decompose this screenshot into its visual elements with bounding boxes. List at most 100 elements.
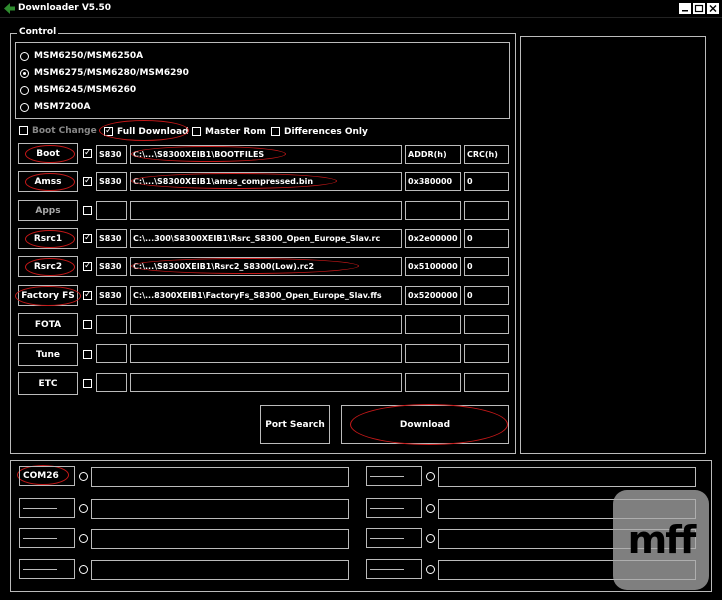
crc-header: CRC(h) xyxy=(464,145,509,164)
rsrc2-path-field[interactable]: C:\...\S8300XEIB1\Rsrc2_S8300(Low).rc2 xyxy=(130,257,402,276)
rsrc2-button[interactable]: Rsrc2 xyxy=(18,256,78,277)
maximize-button[interactable] xyxy=(693,3,705,14)
close-button[interactable] xyxy=(707,3,719,14)
port-right-3-button[interactable] xyxy=(366,528,422,548)
tune-button[interactable]: Tune xyxy=(18,343,78,366)
radio-button[interactable] xyxy=(20,85,29,95)
port-left-4-button[interactable] xyxy=(19,559,75,579)
amss-path-field[interactable]: C:\...\S8300XEIB1\amss_compressed.bin xyxy=(130,172,402,191)
port-right-3-radio[interactable] xyxy=(426,534,435,543)
etc-checkbox[interactable] xyxy=(83,379,92,388)
port-left-1-radio[interactable] xyxy=(79,472,88,481)
etc-path-field[interactable] xyxy=(130,373,402,392)
download-button[interactable]: Download xyxy=(341,405,509,444)
rsrc2-crc-field[interactable]: 0 xyxy=(464,257,509,276)
apps-checkbox[interactable] xyxy=(83,206,92,215)
window-title: Downloader V5.50 xyxy=(18,3,112,13)
port-left-3-status xyxy=(91,529,349,549)
rsrc1-model-field[interactable]: S830 xyxy=(96,229,127,248)
maximize-icon xyxy=(694,4,704,13)
chipset-option-msm6275[interactable]: MSM6275/MSM6280/MSM6290 xyxy=(20,66,189,80)
rsrc1-crc-field[interactable]: 0 xyxy=(464,229,509,248)
fota-addr-field[interactable] xyxy=(405,315,461,334)
radio-button-selected[interactable] xyxy=(20,68,29,78)
apps-crc-field[interactable] xyxy=(464,201,509,220)
apps-addr-field[interactable] xyxy=(405,201,461,220)
tune-addr-field[interactable] xyxy=(405,344,461,363)
port-left-2-radio[interactable] xyxy=(79,504,88,513)
amss-model-field[interactable]: S830 xyxy=(96,172,127,191)
factory-fs-crc-field[interactable]: 0 xyxy=(464,286,509,305)
close-icon xyxy=(709,5,717,12)
minimize-icon xyxy=(682,10,688,12)
chipset-option-msm6250[interactable]: MSM6250/MSM6250A xyxy=(20,49,143,63)
rsrc2-model-field[interactable]: S830 xyxy=(96,257,127,276)
full-download-label: Full Download xyxy=(117,127,189,137)
port-left-2-button[interactable] xyxy=(19,498,75,518)
rsrc1-button[interactable]: Rsrc1 xyxy=(18,228,78,249)
rsrc1-checkbox[interactable] xyxy=(83,232,92,244)
port-left-1-button[interactable]: COM26 xyxy=(19,466,75,486)
amss-crc-field[interactable]: 0 xyxy=(464,172,509,191)
amss-checkbox[interactable] xyxy=(83,175,92,187)
boot-button[interactable]: Boot xyxy=(18,143,78,164)
fota-button[interactable]: FOTA xyxy=(18,313,78,336)
etc-model-field[interactable] xyxy=(96,373,127,392)
full-download-checkbox[interactable] xyxy=(104,125,113,137)
radio-button[interactable] xyxy=(20,102,29,112)
apps-button[interactable]: Apps xyxy=(18,200,78,221)
differences-only-label: Differences Only xyxy=(284,127,368,137)
factory-fs-path-field[interactable]: C:\...8300XEIB1\FactoryFs_S8300_Open_Eur… xyxy=(130,286,402,305)
port-left-2-status xyxy=(91,499,349,519)
factory-fs-model-field[interactable]: S830 xyxy=(96,286,127,305)
etc-addr-field[interactable] xyxy=(405,373,461,392)
minimize-button[interactable] xyxy=(679,3,691,14)
chipset-option-msm6245[interactable]: MSM6245/MSM6260 xyxy=(20,83,136,97)
port-right-4-button[interactable] xyxy=(366,559,422,579)
port-right-1-radio[interactable] xyxy=(426,472,435,481)
radio-button[interactable] xyxy=(20,51,29,61)
factory-fs-checkbox[interactable] xyxy=(83,289,92,301)
tune-checkbox[interactable] xyxy=(83,350,92,359)
apps-path-field[interactable] xyxy=(130,201,402,220)
port-left-4-radio[interactable] xyxy=(79,565,88,574)
fota-crc-field[interactable] xyxy=(464,315,509,334)
fota-model-field[interactable] xyxy=(96,315,127,334)
tune-path-field[interactable] xyxy=(130,344,402,363)
boot-model-field[interactable]: S830 xyxy=(96,145,127,164)
rsrc2-addr-field[interactable]: 0x5100000 xyxy=(405,257,461,276)
port-right-2-button[interactable] xyxy=(366,498,422,518)
differences-only-checkbox[interactable] xyxy=(271,127,280,136)
boot-path-field[interactable]: C:\...\S8300XEIB1\BOOTFILES xyxy=(130,145,402,164)
factory-fs-addr-field[interactable]: 0x5200000 xyxy=(405,286,461,305)
rsrc1-addr-field[interactable]: 0x2e00000 xyxy=(405,229,461,248)
factory-fs-button[interactable]: Factory FS xyxy=(18,285,78,306)
title-bar: Downloader V5.50 xyxy=(0,0,722,18)
boot-change-label: Boot Change xyxy=(32,126,97,136)
log-panel xyxy=(520,36,706,454)
chipset-option-msm7200a[interactable]: MSM7200A xyxy=(20,100,90,114)
fota-path-field[interactable] xyxy=(130,315,402,334)
rsrc1-path-field[interactable]: C:\...300\S8300XEIB1\Rsrc_S8300_Open_Eur… xyxy=(130,229,402,248)
master-rom-checkbox[interactable] xyxy=(192,127,201,136)
rsrc2-checkbox[interactable] xyxy=(83,260,92,272)
port-search-button[interactable]: Port Search xyxy=(260,405,330,444)
port-right-1-button[interactable] xyxy=(366,466,422,486)
port-left-4-status xyxy=(91,560,349,580)
etc-button[interactable]: ETC xyxy=(18,372,78,395)
port-right-2-radio[interactable] xyxy=(426,504,435,513)
amss-button[interactable]: Amss xyxy=(18,171,78,192)
etc-crc-field[interactable] xyxy=(464,373,509,392)
boot-change-checkbox[interactable] xyxy=(19,126,28,135)
tune-model-field[interactable] xyxy=(96,344,127,363)
port-left-3-radio[interactable] xyxy=(79,534,88,543)
boot-checkbox[interactable] xyxy=(83,147,92,159)
fota-checkbox[interactable] xyxy=(83,320,92,329)
apps-model-field[interactable] xyxy=(96,201,127,220)
tune-crc-field[interactable] xyxy=(464,344,509,363)
chipset-label: MSM6275/MSM6280/MSM6290 xyxy=(34,68,189,78)
port-right-4-radio[interactable] xyxy=(426,565,435,574)
port-left-3-button[interactable] xyxy=(19,528,75,548)
control-group-label: Control xyxy=(17,27,59,37)
amss-addr-field[interactable]: 0x380000 xyxy=(405,172,461,191)
